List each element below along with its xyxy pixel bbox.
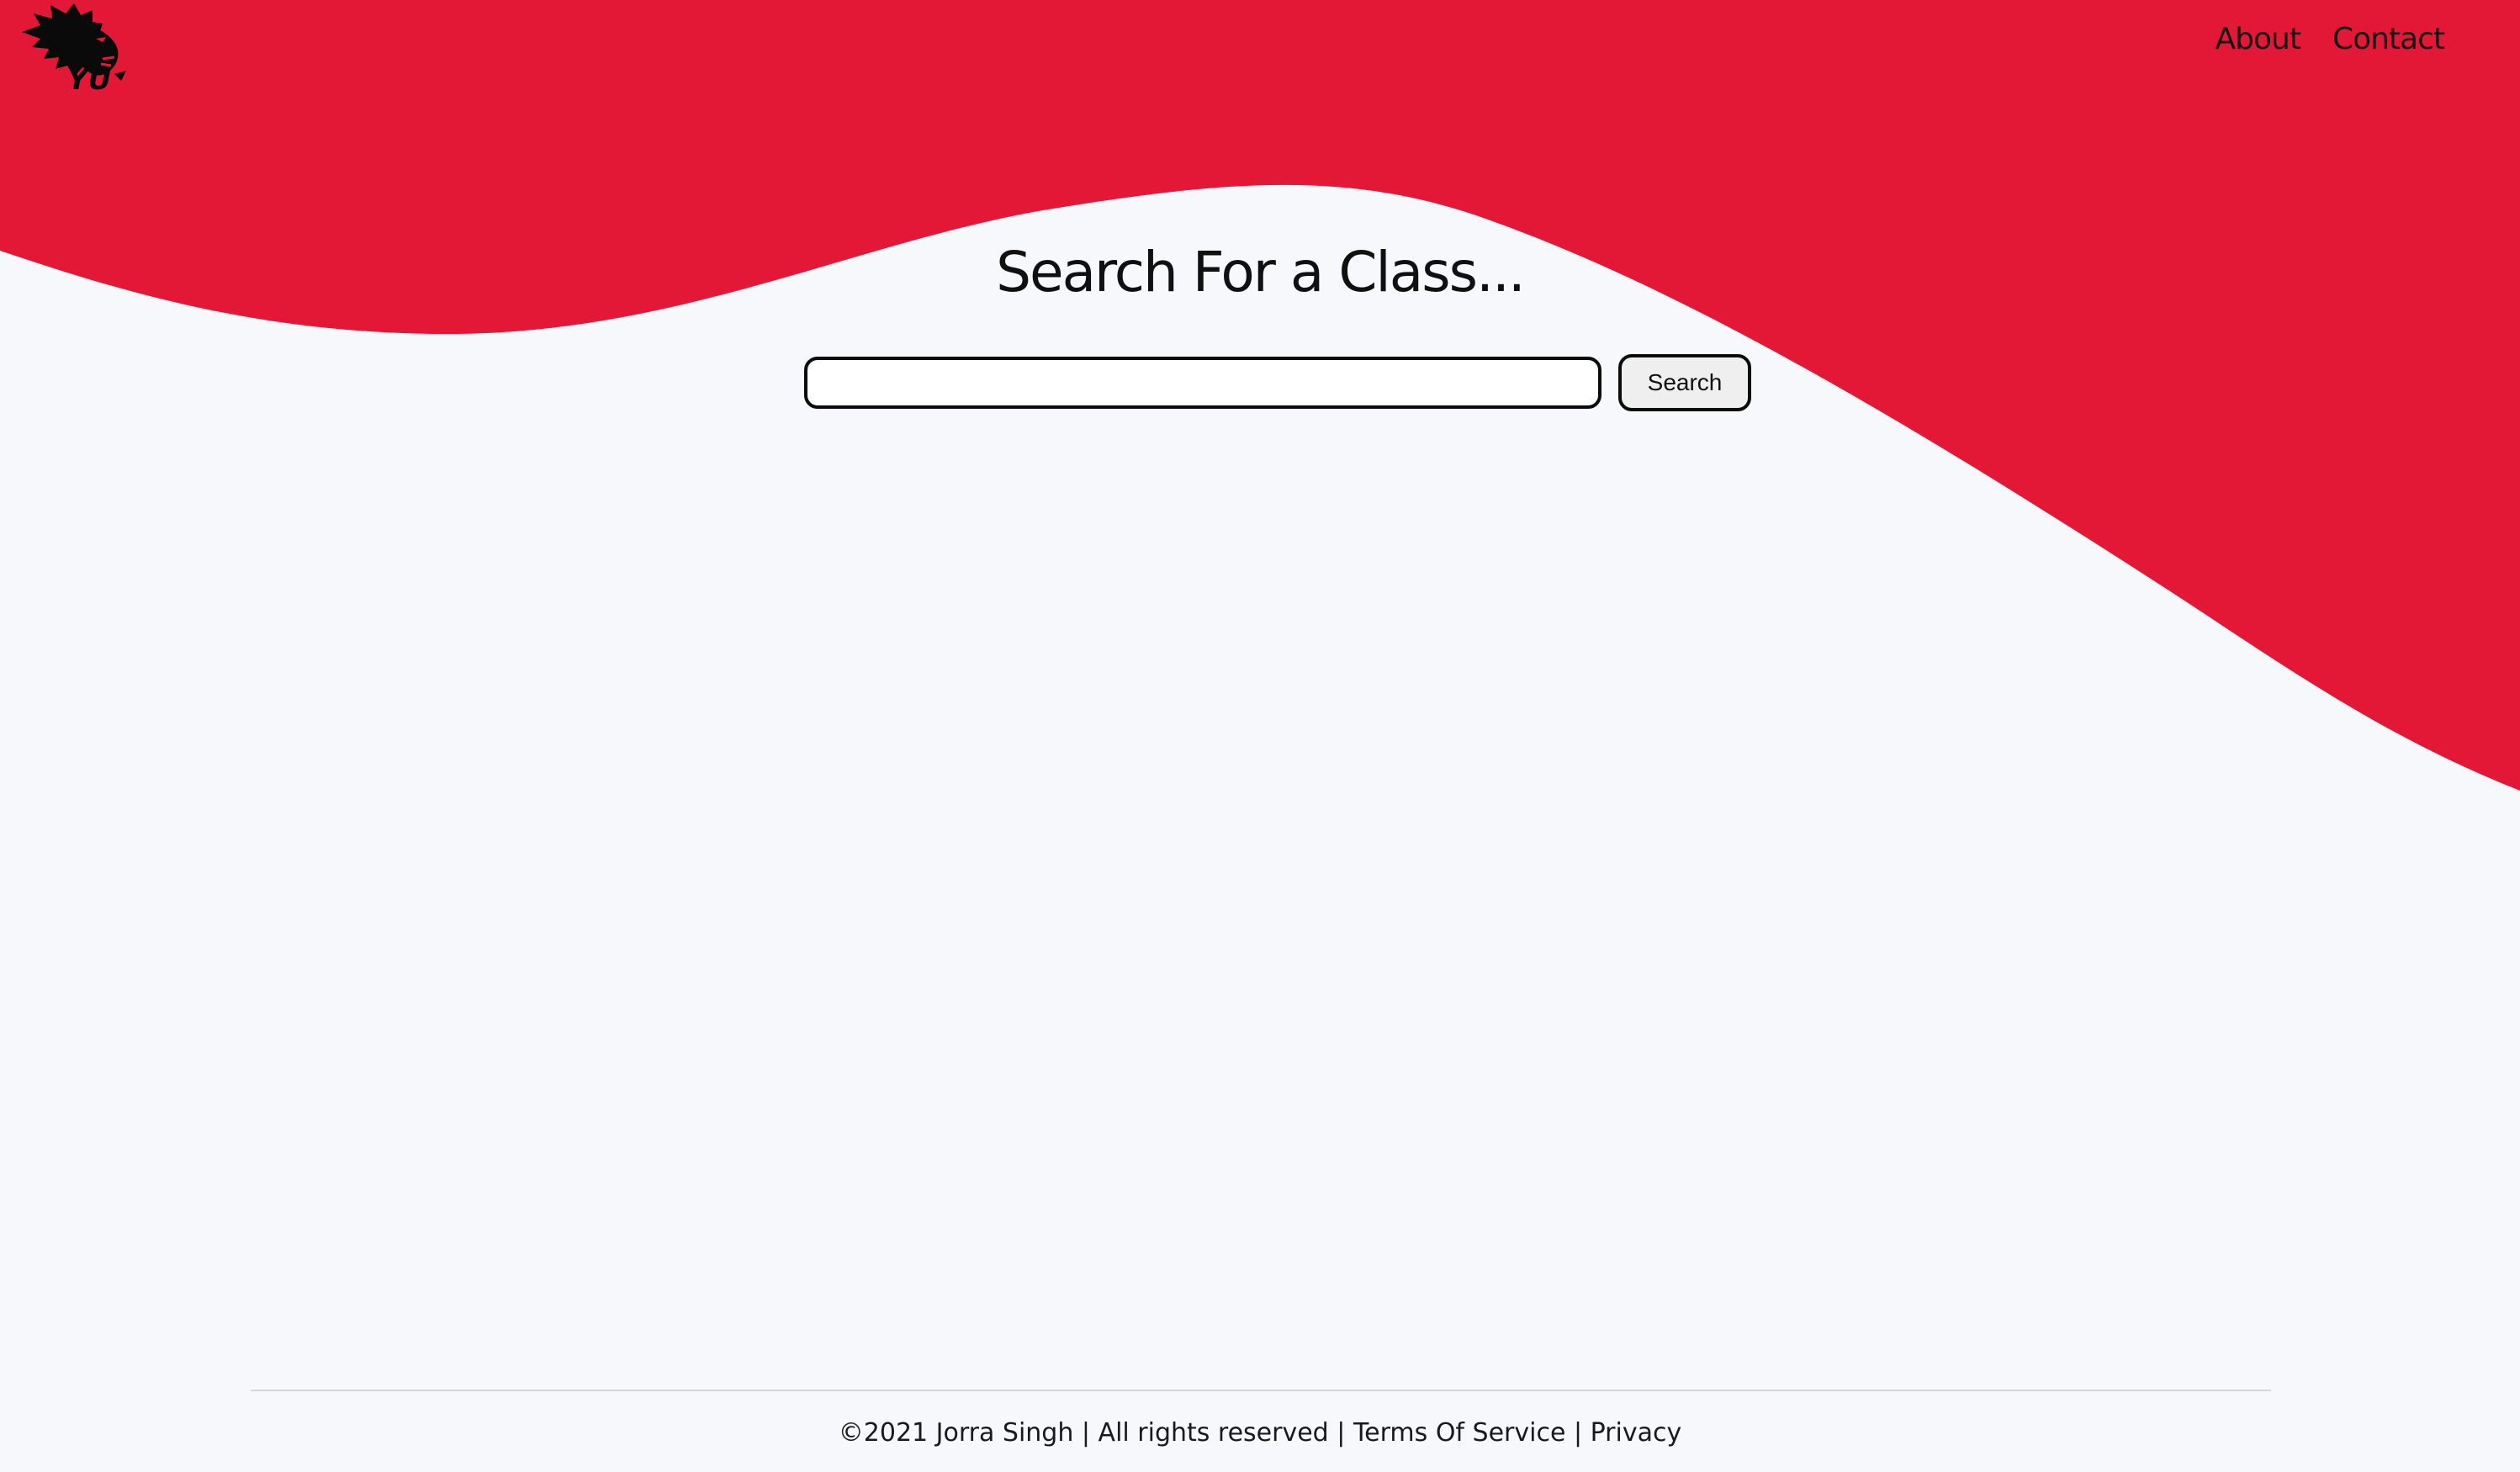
nav-contact-link[interactable]: Contact	[2332, 22, 2445, 56]
search-form: Search	[804, 354, 1751, 411]
footer-separator: |	[1573, 1418, 1583, 1448]
class-search-input[interactable]	[804, 357, 1601, 409]
nav-about-link[interactable]: About	[2216, 22, 2301, 56]
red-wave-background	[0, 0, 2520, 791]
footer-separator: |	[1337, 1418, 1346, 1448]
page-title: Search For a Class...	[996, 240, 1526, 304]
lion-head-logo-icon: YU	[22, 3, 126, 97]
logo-text: YU	[67, 63, 111, 97]
search-button[interactable]: Search	[1618, 354, 1751, 411]
privacy-link[interactable]: Privacy	[1591, 1418, 1682, 1448]
terms-of-service-link[interactable]: Terms Of Service	[1353, 1418, 1565, 1448]
yu-lion-logo[interactable]: YU	[15, 0, 128, 98]
top-nav: About Contact	[2216, 22, 2446, 56]
footer: ©2021 Jorra Singh | All rights reserved …	[0, 1418, 2520, 1448]
footer-copyright: ©2021 Jorra Singh | All rights reserved	[838, 1418, 1329, 1448]
hero-section: Search For a Class...	[0, 240, 2520, 304]
footer-divider	[251, 1390, 2271, 1391]
